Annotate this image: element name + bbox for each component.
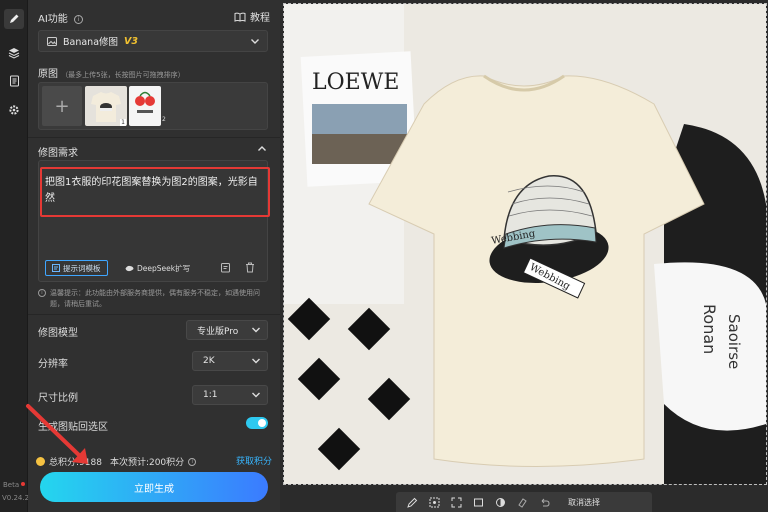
document-icon[interactable] bbox=[4, 71, 24, 91]
source-hint: （最多上传5张，长按图片可拖拽排序） bbox=[61, 71, 185, 79]
toggle-knob bbox=[258, 419, 266, 427]
generate-button[interactable]: 立即生成 bbox=[40, 472, 268, 502]
prompt-template-button[interactable]: 提示词模板 bbox=[45, 260, 108, 276]
repair-model-select[interactable]: 专业版Pro bbox=[186, 320, 268, 340]
annotation-arrow bbox=[26, 404, 88, 464]
chevron-down-icon bbox=[252, 327, 260, 333]
selection-toolbar: 取消选择 bbox=[396, 492, 652, 512]
credits-info-icon[interactable]: i bbox=[188, 457, 197, 466]
tutorial-link[interactable]: 教程 bbox=[234, 9, 270, 24]
version-label: V0.24.2 bbox=[2, 494, 30, 502]
chevron-down-icon bbox=[251, 39, 259, 44]
app-window: Beta V0.24.2 AI功能 i 教程 Banana修图 V3 原图 （最… bbox=[0, 0, 768, 512]
template-icon bbox=[52, 264, 60, 272]
smart-select-icon[interactable] bbox=[428, 496, 441, 509]
info-icon[interactable]: i bbox=[73, 15, 83, 24]
source-images-area: + 1 2 bbox=[38, 82, 268, 130]
resolution-select[interactable]: 2K bbox=[192, 351, 268, 371]
section-divider bbox=[28, 137, 280, 138]
resolution-label: 分辨率 bbox=[38, 359, 68, 370]
chevron-down-icon bbox=[252, 358, 260, 364]
product-photo: LOEWE Ronan Saoirse Webbing Webbing bbox=[284, 4, 766, 484]
shirt-print-text-1: Ronan bbox=[700, 304, 719, 354]
source-thumb-2[interactable] bbox=[129, 86, 161, 126]
service-notice: i 温馨提示：此功能由外部服务商提供，偶有服务不稳定，如遇使用问题，请稍后重试。 bbox=[38, 288, 268, 310]
source-thumb-1[interactable]: 1 bbox=[85, 86, 127, 126]
section-divider bbox=[28, 314, 280, 315]
deepseek-whale-icon bbox=[125, 265, 134, 271]
notice-info-icon: i bbox=[38, 289, 46, 297]
estimated-cost: 本次预计:200积分 bbox=[109, 458, 185, 468]
cancel-selection-button[interactable]: 取消选择 bbox=[568, 497, 600, 508]
feature-name: Banana修图 bbox=[63, 37, 119, 48]
expand-select-icon[interactable] bbox=[450, 496, 463, 509]
shirt-print-text-2: Saoirse bbox=[725, 314, 743, 369]
chevron-down-icon bbox=[252, 392, 260, 398]
prompt-textarea[interactable]: 把图1衣服的印花图案替换为图2的图案，光影自然 bbox=[45, 175, 263, 207]
panel-title: AI功能 i bbox=[38, 10, 83, 25]
canvas-area: LOEWE Ronan Saoirse Webbing Webbing 取消选择 bbox=[280, 0, 768, 512]
chevron-up-icon[interactable] bbox=[258, 146, 266, 151]
magazine-logo-text: LOEWE bbox=[312, 70, 399, 95]
edited-photo[interactable]: LOEWE Ronan Saoirse Webbing Webbing bbox=[283, 3, 767, 485]
version-badge: V3 bbox=[124, 35, 138, 47]
get-credits-link[interactable]: 获取积分 bbox=[236, 454, 272, 467]
notification-dot bbox=[21, 482, 25, 486]
feature-select[interactable]: Banana修图 V3 bbox=[38, 30, 268, 52]
paste-back-toggle[interactable] bbox=[246, 417, 268, 429]
brush-select-icon[interactable] bbox=[406, 496, 419, 509]
deepseek-expand-button[interactable]: DeepSeek扩写 bbox=[121, 260, 194, 276]
brush-tool-icon[interactable] bbox=[4, 9, 24, 29]
rect-select-icon[interactable] bbox=[472, 496, 485, 509]
layers-icon[interactable] bbox=[4, 43, 24, 63]
image-icon bbox=[47, 36, 57, 46]
ai-function-panel: AI功能 i 教程 Banana修图 V3 原图 （最多上传5张，长按图片可拖拽… bbox=[26, 0, 280, 512]
book-icon bbox=[234, 12, 246, 22]
repair-model-label: 修图模型 bbox=[38, 328, 78, 339]
beta-label: Beta bbox=[3, 481, 20, 489]
aspect-ratio-select[interactable]: 1:1 bbox=[192, 385, 268, 405]
settings-gear-icon[interactable] bbox=[4, 100, 24, 120]
add-image-button[interactable]: + bbox=[42, 86, 82, 126]
invert-select-icon[interactable] bbox=[494, 496, 507, 509]
undo-icon[interactable] bbox=[538, 496, 551, 509]
prompt-area: 把图1衣服的印花图案替换为图2的图案，光影自然 提示词模板 DeepSeek扩写 bbox=[38, 160, 270, 282]
source-section-title: 原图 （最多上传5张，长按图片可拖拽排序） bbox=[38, 69, 185, 80]
eraser-icon[interactable] bbox=[516, 496, 529, 509]
clipboard-icon[interactable] bbox=[220, 262, 231, 273]
edit-section-title: 修图需求 bbox=[38, 148, 78, 159]
thumb-number: 2 bbox=[162, 116, 166, 123]
thumb-number: 1 bbox=[120, 119, 126, 126]
trash-icon[interactable] bbox=[245, 262, 255, 273]
